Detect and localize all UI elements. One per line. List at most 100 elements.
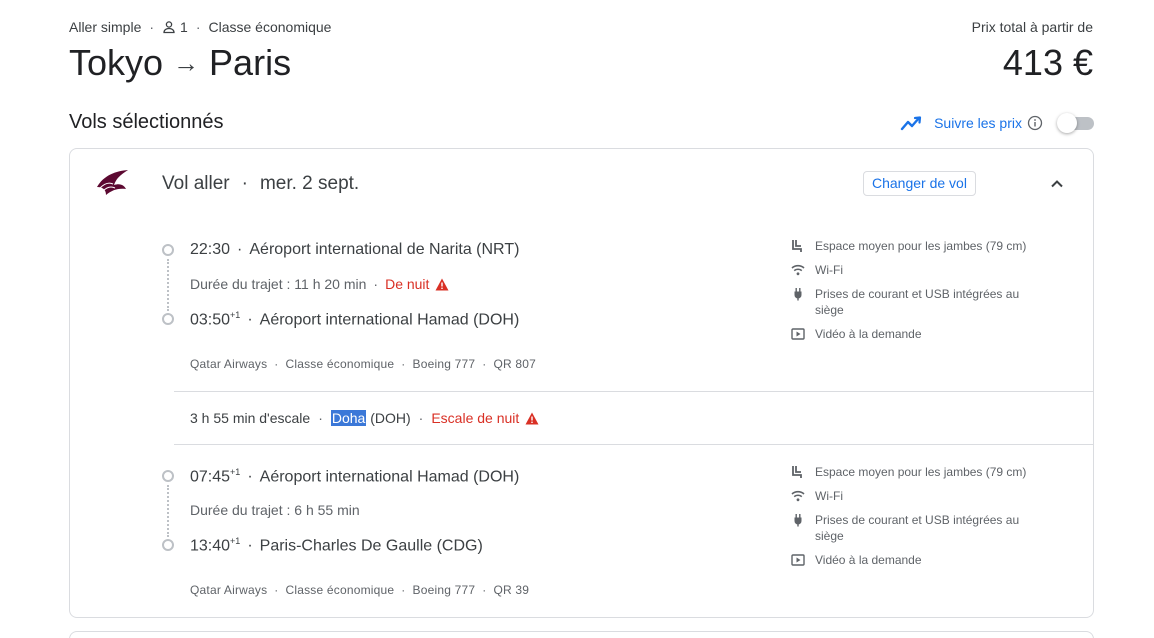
arrow-right-icon: → (173, 47, 200, 78)
arrival-airport: Paris-Charles De Gaulle (CDG) (259, 537, 483, 555)
change-flight-button[interactable]: Changer de vol (863, 171, 976, 196)
price-label: Prix total à partir de (971, 19, 1093, 35)
amenity-item: Vidéo à la demande (791, 326, 1045, 342)
layover-duration: 3 h 55 min d'escale (190, 410, 311, 426)
route-title: Tokyo → Paris (69, 42, 291, 84)
amenity-item: Espace moyen pour les jambes (79 cm) (791, 464, 1045, 480)
amenity-item: Prises de courant et USB intégrées au si… (791, 512, 1045, 544)
warning-icon (525, 412, 539, 425)
divider (174, 444, 1093, 445)
amenity-item: Wi-Fi (791, 488, 1045, 504)
duration-line: Durée du trajet : 11 h 20 min · De nuit (190, 276, 449, 292)
layover-info: 3 h 55 min d'escale · Doha (DOH) · Escal… (190, 410, 539, 426)
separator: · (241, 173, 248, 194)
amenity-text: Vidéo à la demande (815, 327, 922, 341)
legroom-icon (791, 239, 805, 253)
aircraft: Boeing 777 (412, 583, 476, 597)
arrival-marker (162, 313, 174, 325)
legroom-icon (791, 465, 805, 479)
track-prices: Suivre les prix (900, 112, 1094, 134)
departure-marker (162, 244, 174, 256)
amenity-text: Espace moyen pour les jambes (79 cm) (815, 239, 1027, 253)
departure-time: 07:45 (190, 468, 231, 486)
arrival-airport: Aéroport international Hamad (DOH) (259, 311, 520, 329)
leg-date: mer. 2 sept. (259, 173, 360, 194)
separator: · (274, 357, 279, 371)
separator: · (418, 410, 424, 426)
power-plug-icon (791, 513, 805, 527)
person-icon (162, 20, 176, 34)
amenity-text: Prises de courant et USB intégrées au si… (815, 513, 1020, 543)
amenity-item: Prises de courant et USB intégrées au si… (791, 286, 1045, 318)
info-icon[interactable] (1027, 115, 1043, 131)
day-offset: +1 (230, 310, 241, 320)
arrival-marker (162, 539, 174, 551)
amenity-item: Wi-Fi (791, 262, 1045, 278)
video-icon (791, 553, 805, 567)
flight-details: Qatar Airways · Classe économique · Boeing 7… (190, 583, 529, 597)
departure-line: 07:45+1 · Aéroport international Hamad (DO… (190, 467, 519, 486)
trip-type: Aller simple (69, 19, 142, 35)
amenity-text: Wi-Fi (815, 489, 843, 503)
amenity-text: Prises de courant et USB intégrées au si… (815, 287, 1020, 317)
airline-name: Qatar Airways (190, 357, 268, 371)
separator: · (318, 410, 323, 426)
leg-label: Vol aller (162, 173, 230, 194)
separator: · (401, 357, 406, 371)
departure-time: 22:30 (190, 241, 231, 258)
departure-airport: Aéroport international Hamad (DOH) (259, 468, 520, 486)
flight-details: Qatar Airways · Classe économique · Boeing 7… (190, 357, 536, 371)
day-offset: +1 (230, 536, 241, 546)
arrival-line: 13:40+1 · Paris-Charles De Gaulle (CDG) (190, 536, 483, 555)
arrival-time: 03:50 (190, 311, 231, 329)
passenger-count: 1 (180, 19, 188, 35)
toggle-knob (1057, 113, 1077, 133)
overnight-layover-label: Escale de nuit (431, 410, 520, 426)
amenity-item: Espace moyen pour les jambes (79 cm) (791, 238, 1045, 254)
next-card-edge (69, 631, 1094, 638)
separator: · (195, 19, 201, 35)
wifi-icon (791, 489, 805, 503)
airline-logo (94, 167, 130, 197)
arrival-line: 03:50+1 · Aéroport international Hamad (DO… (190, 310, 519, 329)
separator: · (237, 241, 243, 258)
warning-icon (435, 278, 449, 291)
overnight-label: De nuit (385, 276, 430, 292)
departure-marker (162, 470, 174, 482)
cabin-class: Classe économique (285, 583, 395, 597)
track-prices-toggle[interactable] (1057, 112, 1094, 134)
separator: · (247, 311, 253, 329)
arrival-time: 13:40 (190, 537, 231, 555)
video-icon (791, 327, 805, 341)
separator: · (149, 19, 155, 35)
amenity-text: Vidéo à la demande (815, 553, 922, 567)
day-offset: +1 (230, 467, 241, 477)
flight-card: Vol aller · mer. 2 sept. Changer de vol 22… (69, 148, 1094, 618)
cabin-class: Classe économique (285, 357, 395, 371)
section-title: Vols sélectionnés (69, 111, 224, 133)
power-plug-icon (791, 287, 805, 301)
wifi-icon (791, 263, 805, 277)
airline-name: Qatar Airways (190, 583, 268, 597)
amenity-item: Vidéo à la demande (791, 552, 1045, 568)
layover-city: Doha (330, 410, 367, 426)
separator: · (401, 583, 406, 597)
separator: · (247, 537, 253, 555)
flight-duration: Durée du trajet : 11 h 20 min (190, 276, 367, 292)
departure-airport: Aéroport international de Narita (NRT) (249, 241, 520, 258)
separator: · (373, 276, 379, 292)
trend-icon (900, 113, 924, 133)
separator: · (274, 583, 279, 597)
track-prices-label[interactable]: Suivre les prix (934, 115, 1022, 131)
layover-code: (DOH) (370, 410, 411, 426)
chevron-up-icon[interactable] (1048, 175, 1066, 193)
leg-title: Vol aller · mer. 2 sept. (162, 173, 359, 195)
origin-city: Tokyo (69, 42, 164, 83)
timeline-dots (167, 259, 169, 311)
trip-meta: Aller simple · 1 · Classe économique (69, 19, 331, 35)
amenity-text: Espace moyen pour les jambes (79 cm) (815, 465, 1027, 479)
cabin-class: Classe économique (208, 19, 332, 35)
divider (174, 391, 1093, 392)
separator: · (482, 357, 487, 371)
separator: · (247, 468, 253, 486)
